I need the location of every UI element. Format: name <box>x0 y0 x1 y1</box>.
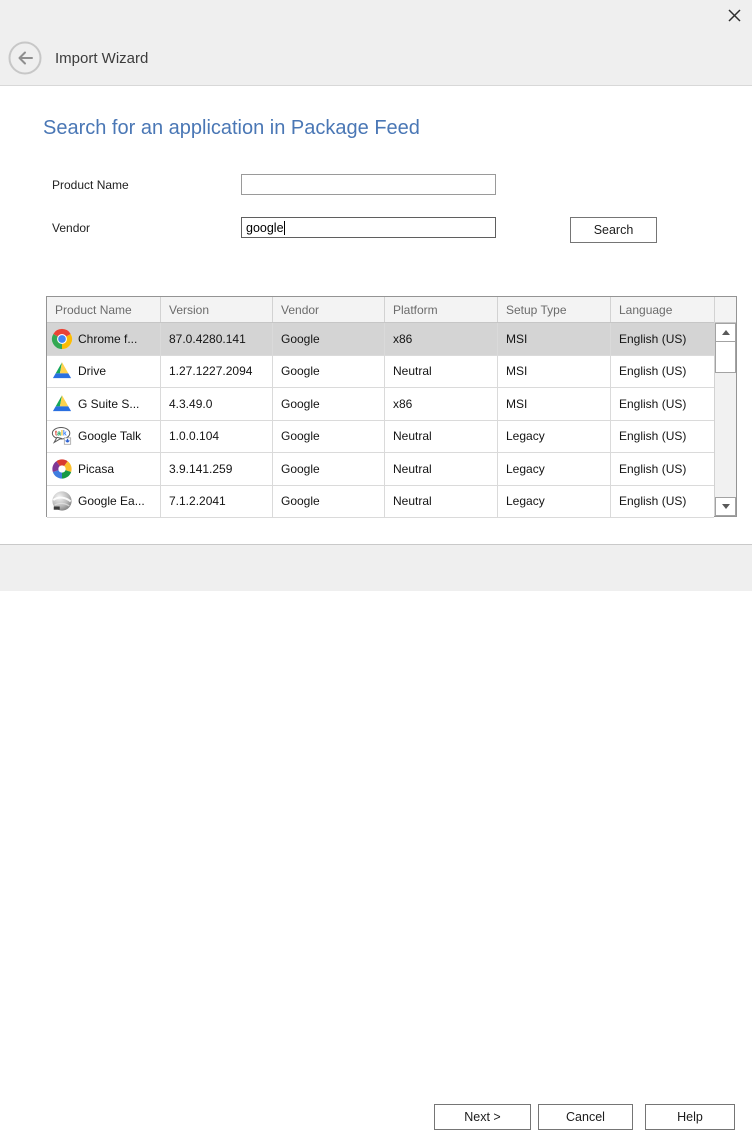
product-name-label: Product Name <box>52 178 129 192</box>
language-cell: English (US) <box>611 453 714 485</box>
back-arrow-icon <box>20 53 33 64</box>
results-table: Product Name Version Vendor Platform Set… <box>46 296 737 517</box>
wizard-title: Import Wizard <box>55 50 148 67</box>
table-header-row: Product Name Version Vendor Platform Set… <box>47 297 714 323</box>
setup-type-cell: Legacy <box>498 453 611 485</box>
language-cell: English (US) <box>611 388 714 420</box>
table-row[interactable]: Drive 1.27.1227.2094 Google Neutral MSI … <box>47 356 714 389</box>
google-drive-icon <box>51 393 73 415</box>
language-cell: English (US) <box>611 356 714 388</box>
table-row[interactable]: Picasa 3.9.141.259 Google Neutral Legacy… <box>47 453 714 486</box>
language-cell: English (US) <box>611 323 714 355</box>
version-cell: 3.9.141.259 <box>161 453 273 485</box>
product-name-cell: Chrome f... <box>78 332 137 346</box>
product-name-cell: Google Ea... <box>78 494 145 508</box>
column-header-product-name[interactable]: Product Name <box>47 297 161 322</box>
setup-type-cell: MSI <box>498 388 611 420</box>
chrome-icon <box>51 328 73 350</box>
google-earth-icon <box>51 490 73 512</box>
vendor-label: Vendor <box>52 221 90 235</box>
svg-text:talk: talk <box>55 431 67 438</box>
vendor-input[interactable] <box>241 217 496 238</box>
version-cell: 87.0.4280.141 <box>161 323 273 355</box>
platform-cell: Neutral <box>385 486 498 518</box>
scrollbar-track[interactable] <box>715 373 736 497</box>
setup-type-cell: MSI <box>498 356 611 388</box>
next-button[interactable]: Next > <box>434 1104 531 1130</box>
cancel-button[interactable]: Cancel <box>538 1104 633 1130</box>
wizard-header: Import Wizard <box>0 0 752 86</box>
vendor-cell: Google <box>273 323 385 355</box>
version-cell: 4.3.49.0 <box>161 388 273 420</box>
product-name-cell: Drive <box>78 364 106 378</box>
table-row[interactable]: G Suite S... 4.3.49.0 Google x86 MSI Eng… <box>47 388 714 421</box>
platform-cell: Neutral <box>385 421 498 453</box>
vendor-cell: Google <box>273 388 385 420</box>
back-button[interactable] <box>8 41 42 75</box>
scrollbar-thumb[interactable] <box>715 342 736 373</box>
table-row[interactable]: talk Google Talk 1.0.0.104 Google Neutra… <box>47 421 714 454</box>
language-cell: English (US) <box>611 421 714 453</box>
product-name-cell: Picasa <box>78 462 114 476</box>
column-header-setup-type[interactable]: Setup Type <box>498 297 611 322</box>
product-name-cell: Google Talk <box>78 429 141 443</box>
search-button[interactable]: Search <box>570 217 657 243</box>
vertical-scrollbar <box>714 297 736 516</box>
setup-type-cell: MSI <box>498 323 611 355</box>
version-cell: 1.27.1227.2094 <box>161 356 273 388</box>
platform-cell: Neutral <box>385 453 498 485</box>
vendor-cell: Google <box>273 486 385 518</box>
column-header-platform[interactable]: Platform <box>385 297 498 322</box>
page-heading: Search for an application in Package Fee… <box>43 117 420 140</box>
table-row[interactable]: Google Ea... 7.1.2.2041 Google Neutral L… <box>47 486 714 519</box>
column-header-language[interactable]: Language <box>611 297 714 322</box>
version-cell: 1.0.0.104 <box>161 421 273 453</box>
results-table-body: Product Name Version Vendor Platform Set… <box>47 297 714 516</box>
google-drive-icon <box>51 360 73 382</box>
triangle-up-icon <box>722 330 730 335</box>
platform-cell: x86 <box>385 388 498 420</box>
column-header-vendor[interactable]: Vendor <box>273 297 385 322</box>
product-name-input[interactable] <box>241 174 496 195</box>
close-icon[interactable] <box>724 5 744 25</box>
picasa-icon <box>51 458 73 480</box>
text-caret <box>284 221 285 235</box>
table-row[interactable]: Chrome f... 87.0.4280.141 Google x86 MSI… <box>47 323 714 356</box>
vendor-cell: Google <box>273 356 385 388</box>
scroll-down-button[interactable] <box>715 497 736 516</box>
version-cell: 7.1.2.2041 <box>161 486 273 518</box>
column-header-version[interactable]: Version <box>161 297 273 322</box>
triangle-down-icon <box>722 504 730 509</box>
vendor-cell: Google <box>273 453 385 485</box>
platform-cell: Neutral <box>385 356 498 388</box>
product-name-cell: G Suite S... <box>78 397 139 411</box>
language-cell: English (US) <box>611 486 714 518</box>
scrollbar-header-stub <box>715 297 736 323</box>
scroll-up-button[interactable] <box>715 323 736 342</box>
platform-cell: x86 <box>385 323 498 355</box>
help-button[interactable]: Help <box>645 1104 735 1130</box>
setup-type-cell: Legacy <box>498 486 611 518</box>
footer-bar: Next > Cancel Help <box>0 544 752 591</box>
setup-type-cell: Legacy <box>498 421 611 453</box>
vendor-cell: Google <box>273 421 385 453</box>
google-talk-icon: talk <box>51 425 73 447</box>
